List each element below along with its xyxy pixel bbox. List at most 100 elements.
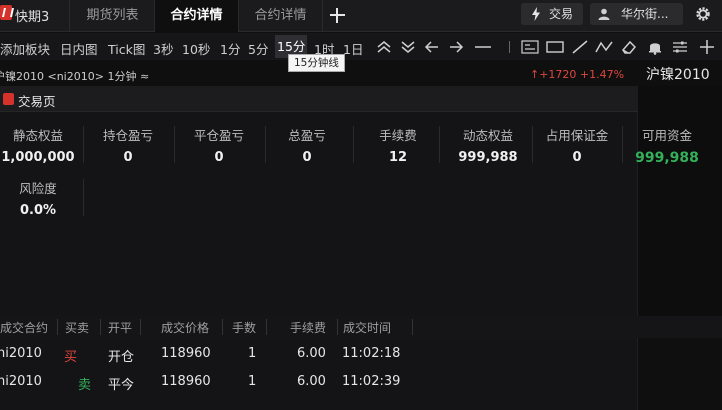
crosshair-icon[interactable] [698,39,716,55]
col-divider [57,319,58,335]
gear-icon[interactable] [694,5,712,23]
col-header-fee[interactable]: 手续费 [290,319,326,336]
toolbar-tick[interactable]: Tick图 [108,39,145,58]
toolbar-intraday[interactable]: 日内图 [60,39,98,58]
trade-button-label: 交易 [549,7,574,21]
metric-label: 动态权益 [462,128,513,143]
arrow-right-icon[interactable] [447,39,465,55]
metric-label: 手续费 [379,128,417,143]
hline-icon[interactable] [474,39,492,55]
top-tab-bar: 快期3 期货列表 合约详情 合约详情 交易 华尔街... [0,0,722,32]
metric-value: 999,988 [458,150,518,165]
line-icon[interactable] [571,39,589,55]
settings-lines-icon[interactable] [671,39,689,55]
metric-value: 0 [302,150,312,165]
metric-label: 占用保证金 [545,128,609,143]
user-button-label: 华尔街... [621,7,669,21]
metric-label: 持仓盈亏 [102,128,153,143]
metric-close-pnl: 平仓盈亏 0 [174,124,264,168]
col-divider [222,319,223,335]
metric-value: 0.0% [19,203,57,218]
metric-label: 可用资金 [641,128,692,143]
toolbar-add-board[interactable]: 添加板块 [0,39,50,58]
cell-fee: 6.00 [297,346,326,361]
col-header-price[interactable]: 成交价格 [161,319,209,336]
double-down-icon[interactable] [399,39,417,55]
double-up-icon[interactable] [375,39,393,55]
tab-futures-list[interactable]: 期货列表 [71,0,155,32]
chart-toolbar: 添加板块 日内图 Tick图 3秒 10秒 1分 5分 15分 1时 1日 [0,33,722,60]
rect-icon[interactable] [546,39,564,55]
indicator-icon[interactable] [521,39,539,55]
right-chart-area [638,86,722,316]
metric-value: 999,988 [635,150,699,166]
cell-qty: 1 [248,346,257,361]
metric-label: 平仓盈亏 [193,128,244,143]
col-header-contract[interactable]: 成交合约 [0,319,48,336]
chart-header-strip: 沪镍2010 <ni2010> 1分钟 ≈ ↑+1720 +1.47% [0,62,722,86]
col-divider [412,319,413,335]
metric-static-equity: 静态权益 1,000,000 [0,124,83,168]
metric-value: 0 [572,150,582,165]
cell-side: 卖 [78,378,92,393]
toolbar-tooltip: 15分钟线 [288,54,345,72]
col-header-qty[interactable]: 手数 [232,319,256,336]
chart-title: 沪镍2010 <ni2010> 1分钟 ≈ [0,70,150,83]
metric-total-pnl: 总盈亏 0 [262,124,352,168]
eraser-icon[interactable] [620,39,638,55]
col-divider [266,319,267,335]
polyline-icon[interactable] [595,39,613,55]
bell-icon[interactable] [646,39,664,55]
cell-time: 11:02:18 [342,346,401,361]
chart-price-change: ↑+1720 +1.47% [530,68,625,81]
metric-value: 0 [123,150,133,165]
table-row[interactable]: ni2010 买 开仓 118960 1 6.00 11:02:18 [0,342,722,370]
metric-label: 静态权益 [12,128,63,143]
metric-label: 风险度 [19,181,57,196]
toolbar-5m[interactable]: 5分 [248,39,268,58]
toolbar-1m[interactable]: 1分 [220,39,240,58]
cell-side: 买 [64,350,78,365]
lightning-icon [532,7,540,21]
trade-panel-header[interactable]: 交易页 [0,86,638,112]
col-header-side[interactable]: 买卖 [65,319,89,336]
metric-value: 1,000,000 [1,150,75,165]
tab-contract-detail-2[interactable]: 合约详情 [239,0,323,32]
cell-price: 118960 [161,346,211,361]
metric-value: 0 [214,150,224,165]
metric-fee: 手续费 12 [353,124,443,168]
cell-time: 11:02:39 [342,374,401,389]
col-header-offset[interactable]: 开平 [108,319,132,336]
table-row[interactable]: ni2010 卖 平今 118960 1 6.00 11:02:39 [0,370,722,398]
cell-offset: 平今 [108,378,135,393]
trade-panel-title: 交易页 [18,94,56,109]
toolbar-10s[interactable]: 10秒 [182,39,210,58]
panel-logo-icon [3,93,14,105]
user-button[interactable]: 华尔街... [590,3,683,25]
metric-divider [439,126,440,163]
arrow-left-icon[interactable] [423,39,441,55]
app-tab[interactable]: 快期3 [0,0,70,32]
add-tab-icon[interactable] [327,5,347,25]
metric-label: 总盈亏 [288,128,326,143]
cell-contract: ni2010 [0,346,42,361]
metric-margin-used: 占用保证金 0 [532,124,622,168]
metric-value: 12 [388,150,408,165]
cell-price: 118960 [161,374,211,389]
cell-contract: ni2010 [0,374,42,389]
user-icon [598,8,610,20]
trade-button[interactable]: 交易 [521,3,583,25]
toolbar-1d[interactable]: 1日 [343,39,363,58]
col-header-time[interactable]: 成交时间 [343,319,391,336]
metric-position-pnl: 持仓盈亏 0 [83,124,173,168]
col-divider [100,319,101,335]
cell-offset: 开仓 [108,350,135,365]
app-logo-icon [0,5,12,20]
col-divider [140,319,141,335]
toolbar-3s[interactable]: 3秒 [153,39,173,58]
tab-contract-detail[interactable]: 合约详情 [155,0,239,32]
toolbar-separator [509,41,510,53]
cell-fee: 6.00 [297,374,326,389]
col-divider [337,319,338,335]
cell-qty: 1 [248,374,257,389]
